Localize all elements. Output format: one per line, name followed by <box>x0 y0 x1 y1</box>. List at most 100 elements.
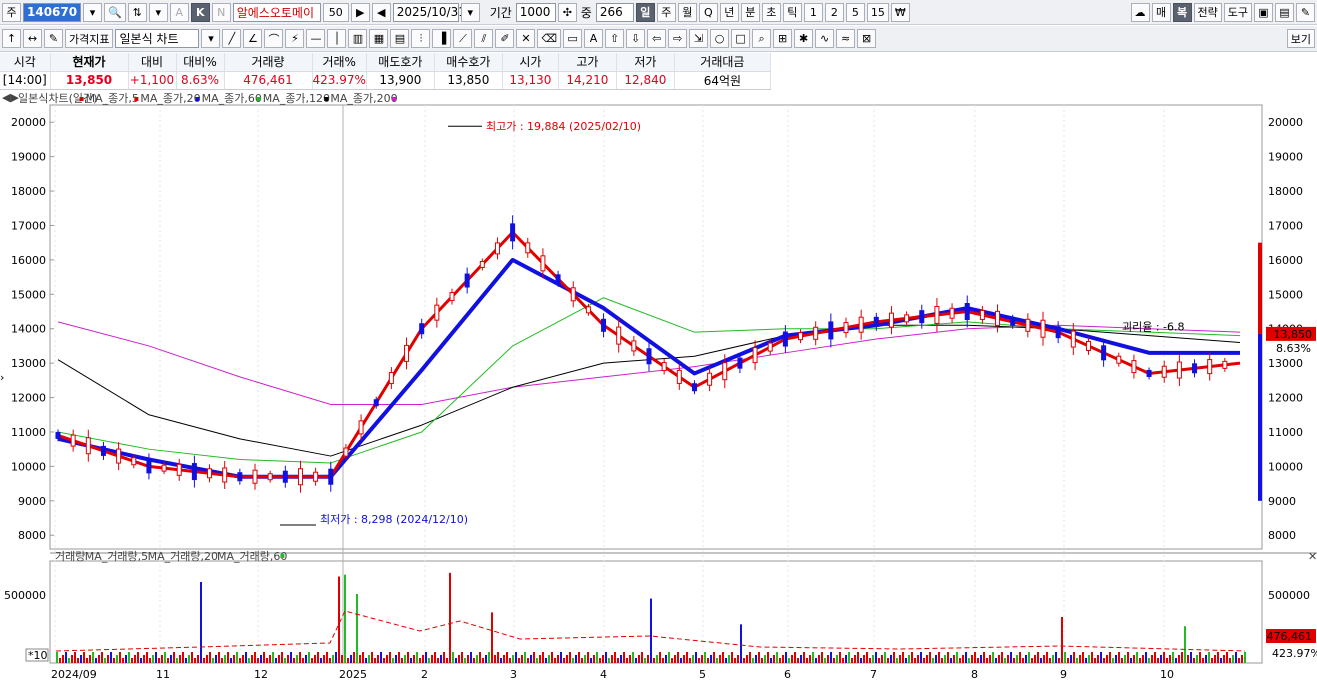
price-legend-item[interactable]: MA_종가,200 <box>330 92 397 105</box>
unit-quarter[interactable]: Q <box>698 2 718 22</box>
arc-tool-icon[interactable]: ⌒ <box>264 29 284 48</box>
arrow-left-icon[interactable]: ⇦ <box>647 29 667 48</box>
won-icon[interactable]: ₩ <box>890 2 910 22</box>
chart-svg[interactable]: ◀▶ 일본식차트(일간)MA_종가,5 MA_종가,20 MA_종가,60 MA_종가,… <box>0 91 1317 681</box>
volume-bar <box>941 658 943 663</box>
chart-type-select[interactable]: 일본식 차트 <box>115 29 200 48</box>
stock-code-input[interactable]: 140670 <box>23 2 81 22</box>
text-tool-icon[interactable]: A <box>584 29 604 48</box>
rect-tool-icon[interactable]: □ <box>731 29 751 48</box>
note-tool-icon[interactable]: ▭ <box>563 29 583 48</box>
volume-bar <box>701 655 703 663</box>
volume-legend-item[interactable]: MA_거래량,60 <box>217 550 287 563</box>
volume-panel[interactable] <box>49 560 1263 664</box>
expand-arrow-icon[interactable]: › <box>0 371 4 384</box>
grid-tool-icon[interactable]: ▥ <box>348 29 368 48</box>
view-button[interactable]: 보기 <box>1286 29 1315 48</box>
fan-tool-icon[interactable]: ⚡ <box>285 29 305 48</box>
magnet-icon[interactable]: ⊞ <box>773 29 793 48</box>
date-field[interactable]: 2025/10/31 <box>392 2 466 22</box>
collapse-icon[interactable]: ◀▶ <box>2 91 19 104</box>
unit-week[interactable]: 주 <box>656 2 676 22</box>
eraser-tool-icon[interactable]: ⌫ <box>537 29 562 48</box>
price-panel[interactable] <box>49 104 1263 550</box>
unit-month[interactable]: 월 <box>677 2 697 22</box>
unit-year[interactable]: 년 <box>719 2 739 22</box>
zoom-icon[interactable]: ⌕ <box>752 29 772 48</box>
cloud-icon[interactable]: ☁ <box>1130 2 1150 22</box>
table-tool-icon[interactable]: ▤ <box>390 29 410 48</box>
volume-bar <box>1169 655 1171 663</box>
price-legend-item[interactable]: MA_종가,60 <box>202 92 262 105</box>
export-icon[interactable]: ⇲ <box>689 29 709 48</box>
volume-bar <box>785 652 787 663</box>
trend-tool-icon[interactable]: ⟋ <box>453 29 473 48</box>
save-icon[interactable]: ▤ <box>1275 2 1294 22</box>
bars-tool-icon[interactable]: ▐ <box>432 29 452 48</box>
price-indicator-button[interactable]: 가격지표 <box>65 29 114 48</box>
k-button[interactable]: K <box>190 2 210 22</box>
unit-15[interactable]: 15 <box>866 2 889 22</box>
unit-minute[interactable]: 분 <box>740 2 760 22</box>
price-legend-item[interactable]: MA_종가,20 <box>140 92 200 105</box>
settings-icon[interactable]: ✱ <box>794 29 814 48</box>
buy-button[interactable]: 매 <box>1151 2 1171 22</box>
chevron-down-icon[interactable]: ▾ <box>201 29 221 48</box>
wave-icon[interactable]: ∿ <box>815 29 835 48</box>
search-icon[interactable]: 🔍 <box>104 2 126 22</box>
a-button[interactable]: A <box>169 2 189 22</box>
arrow-down-icon[interactable]: ⇩ <box>626 29 646 48</box>
unit-1[interactable]: 1 <box>803 2 823 22</box>
wrench-icon[interactable]: ✎ <box>1296 2 1315 22</box>
channel-tool-icon[interactable]: ⫽ <box>474 29 494 48</box>
close-icon[interactable]: ✕ <box>1308 550 1317 563</box>
wave2-icon[interactable]: ≈ <box>836 29 856 48</box>
pencil-tool-icon[interactable]: ✐ <box>495 29 515 48</box>
volume-bar <box>422 655 424 663</box>
play-icon[interactable]: ▶ <box>350 2 370 22</box>
chevron-down-icon[interactable]: ▾ <box>148 2 168 22</box>
tools-button[interactable]: 도구 <box>1223 2 1252 22</box>
edit-icon[interactable]: ✎ <box>44 29 63 48</box>
strategy-button[interactable]: 전략 <box>1193 2 1222 22</box>
candle-body <box>1101 345 1107 361</box>
grid-icon[interactable]: ⊠ <box>857 29 877 48</box>
volume-legend-item[interactable]: MA_거래량,5 <box>85 550 148 563</box>
volume-legend-item[interactable]: MA_거래량,20 <box>148 550 218 563</box>
folder-icon[interactable]: ▣ <box>1254 2 1273 22</box>
chevron-down-icon[interactable]: ▾ <box>460 2 480 22</box>
price-legend-item[interactable]: MA_종가,120 <box>263 92 330 105</box>
sort-icon[interactable]: ⇅ <box>127 2 147 22</box>
unit-second[interactable]: 초 <box>761 2 781 22</box>
prev-icon[interactable]: ◀ <box>371 2 391 22</box>
arrow-up-icon[interactable]: ⇧ <box>605 29 625 48</box>
arrow-right-icon[interactable]: ⇨ <box>668 29 688 48</box>
line-tool-icon[interactable]: ╱ <box>222 29 242 48</box>
angle-tool-icon[interactable]: ∠ <box>243 29 263 48</box>
volume-legend-item[interactable]: 거래량 <box>55 550 85 563</box>
unit-5[interactable]: 5 <box>845 2 865 22</box>
up-arrow-icon[interactable]: ↑ <box>2 29 21 48</box>
multi-button[interactable]: 복 <box>1172 2 1192 22</box>
crosshair-icon[interactable]: ✣ <box>557 2 577 22</box>
market-select[interactable]: 주 <box>2 2 21 22</box>
n-button[interactable]: N <box>211 2 231 22</box>
mid-input[interactable]: 266 <box>595 2 634 22</box>
volume-bar <box>104 658 106 663</box>
chevron-down-icon[interactable]: ▾ <box>83 2 102 22</box>
volume-bar <box>1148 658 1150 663</box>
expand-icon[interactable]: ↔ <box>23 29 42 48</box>
unit-day[interactable]: 일 <box>635 2 655 22</box>
vline-tool-icon[interactable]: │ <box>327 29 347 48</box>
unit-2[interactable]: 2 <box>824 2 844 22</box>
grid2-tool-icon[interactable]: ▦ <box>369 29 389 48</box>
circle-tool-icon[interactable]: ○ <box>710 29 730 48</box>
stock-chart[interactable]: ◀▶ 일본식차트(일간) MA_종가,5 MA_종가,20 MA_종가,60 MA_종가,… <box>0 91 1317 681</box>
hline-tool-icon[interactable]: — <box>306 29 326 48</box>
cross-tool-icon[interactable]: ✕ <box>516 29 536 48</box>
volume-bar <box>122 658 124 663</box>
unit-tick[interactable]: 틱 <box>782 2 802 22</box>
period-input[interactable]: 1000 <box>515 2 556 22</box>
fork-tool-icon[interactable]: ⫶ <box>411 29 431 48</box>
price-legend-item[interactable]: MA_종가,5 <box>86 92 139 105</box>
